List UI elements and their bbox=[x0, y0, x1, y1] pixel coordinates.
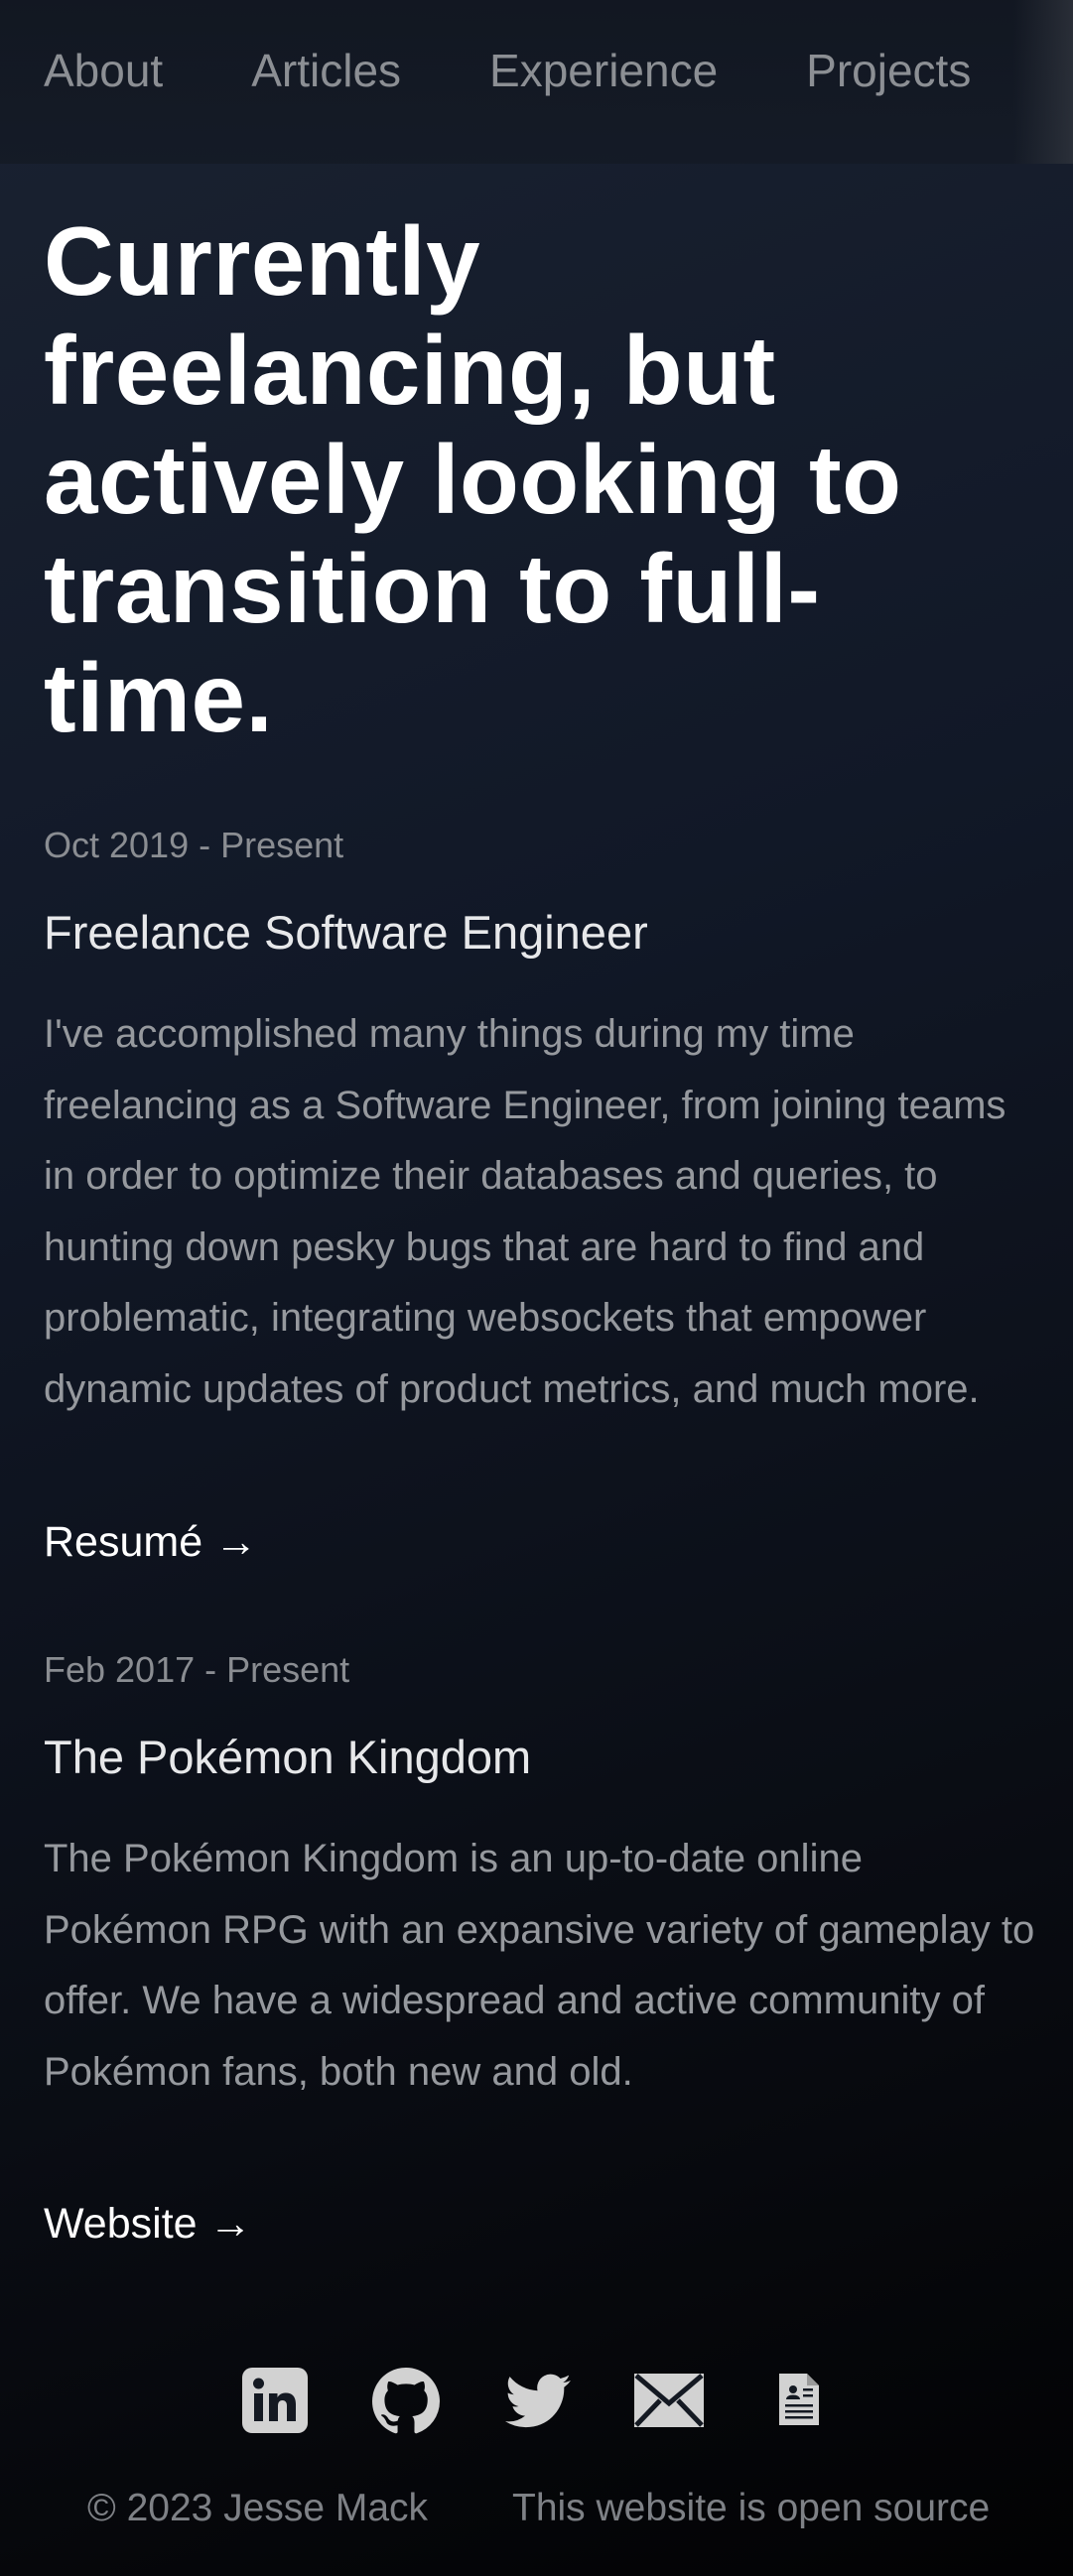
resume-link[interactable]: Resumé → bbox=[44, 1521, 1036, 1564]
nav-item-articles[interactable]: Articles bbox=[251, 48, 401, 93]
open-source-link[interactable]: This website is open source bbox=[512, 2489, 990, 2527]
experience-entry-freelance: Oct 2019 - Present Freelance Software En… bbox=[44, 828, 1036, 1425]
resume-icon[interactable] bbox=[779, 2374, 819, 2430]
entry-description: The Pokémon Kingdom is an up-to-date onl… bbox=[44, 1837, 1035, 2094]
nav-item-experience[interactable]: Experience bbox=[489, 48, 718, 93]
email-icon[interactable] bbox=[634, 2374, 704, 2432]
top-nav: About Articles Experience Projects bbox=[0, 0, 1073, 164]
nav-list: About Articles Experience Projects bbox=[44, 48, 971, 93]
nav-item-projects[interactable]: Projects bbox=[806, 48, 971, 93]
nav-scroll-fade bbox=[1013, 0, 1073, 164]
entry-date: Oct 2019 - Present bbox=[44, 825, 344, 865]
entry-title: Freelance Software Engineer bbox=[44, 906, 648, 959]
github-icon[interactable] bbox=[372, 2368, 440, 2440]
website-link[interactable]: Website → bbox=[44, 2203, 1036, 2246]
entry-title: The Pokémon Kingdom bbox=[44, 1731, 532, 1783]
linkedin-icon[interactable] bbox=[242, 2368, 308, 2438]
page-heading: Currently freelancing, but actively look… bbox=[44, 206, 902, 752]
twitter-icon[interactable] bbox=[505, 2374, 571, 2434]
experience-entry-pokemon-kingdom: Feb 2017 - Present The Pokémon Kingdom T… bbox=[44, 1652, 1036, 2108]
entry-date: Feb 2017 - Present bbox=[44, 1649, 350, 1690]
social-links bbox=[0, 2368, 1073, 2437]
copyright-text: © 2023 Jesse Mack bbox=[87, 2487, 429, 2529]
nav-item-about[interactable]: About bbox=[44, 48, 163, 93]
entry-description: I've accomplished many things during my … bbox=[44, 1012, 1006, 1411]
